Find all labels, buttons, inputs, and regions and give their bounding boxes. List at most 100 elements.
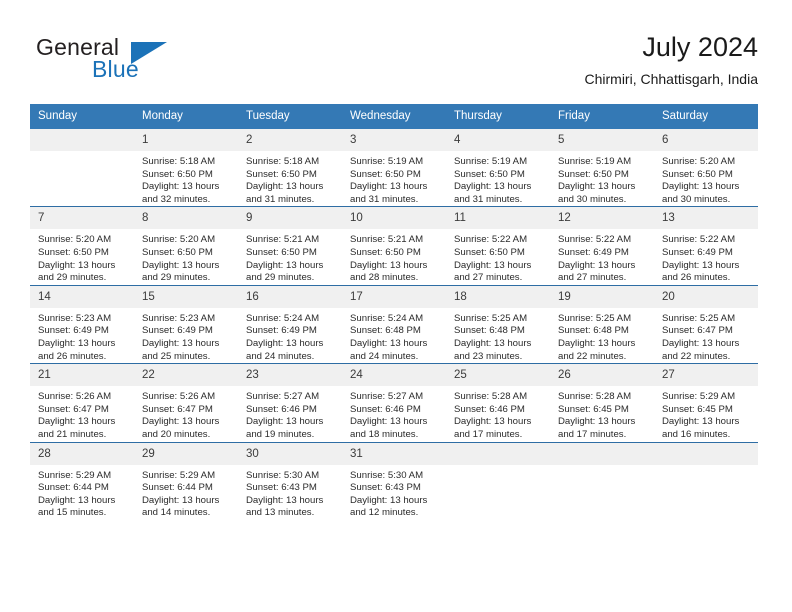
day-details: Sunrise: 5:19 AM Sunset: 6:50 PM Daylight:…	[550, 151, 654, 206]
calendar-day-cell[interactable]: 29 Sunrise: 5:29 AM Sunset: 6:44 PM Dayligh…	[134, 441, 238, 520]
calendar-day-cell[interactable]: 11 Sunrise: 5:22 AM Sunset: 6:50 PM Dayligh…	[446, 206, 550, 286]
sunset-text: Sunset: 6:50 PM	[454, 246, 525, 258]
sunset-text: Sunset: 6:50 PM	[662, 168, 733, 180]
calendar-day-cell[interactable]: 15 Sunrise: 5:23 AM Sunset: 6:49 PM Dayligh…	[134, 284, 238, 364]
day-details: Sunrise: 5:18 AM Sunset: 6:50 PM Daylight:…	[134, 151, 238, 206]
day-details: Sunrise: 5:23 AM Sunset: 6:49 PM Daylight:…	[134, 308, 238, 363]
weekday-header-saturday: Saturday	[654, 104, 758, 129]
sunrise-text: Sunrise: 5:23 AM	[38, 312, 112, 324]
calendar-day-cell[interactable]: 5 Sunrise: 5:19 AM Sunset: 6:50 PM Daylight…	[550, 129, 654, 207]
sunrise-text: Sunrise: 5:19 AM	[558, 156, 632, 167]
sunset-text: Sunset: 6:49 PM	[558, 246, 629, 258]
calendar-day-cell-empty	[654, 441, 758, 520]
day-number: 13	[654, 207, 758, 230]
daylight-text: Daylight: 13 hours and 14 minutes.	[142, 494, 220, 519]
sunset-text: Sunset: 6:50 PM	[246, 168, 317, 180]
day-details: Sunrise: 5:18 AM Sunset: 6:50 PM Daylight:…	[238, 151, 342, 206]
calendar-day-cell[interactable]: 23 Sunrise: 5:27 AM Sunset: 6:46 PM Dayligh…	[238, 363, 342, 442]
day-number: 15	[134, 285, 238, 308]
calendar-day-cell[interactable]: 2 Sunrise: 5:18 AM Sunset: 6:50 PM Daylight…	[238, 129, 342, 207]
calendar-week-row: 21 Sunrise: 5:26 AM Sunset: 6:47 PM Dayligh…	[30, 363, 758, 442]
sunset-text: Sunset: 6:43 PM	[350, 482, 421, 494]
day-number: 20	[654, 285, 758, 308]
day-number: 2	[238, 129, 342, 151]
sunrise-text: Sunrise: 5:20 AM	[142, 234, 216, 246]
sunrise-text: Sunrise: 5:24 AM	[246, 312, 320, 324]
calendar-day-cell[interactable]: 30 Sunrise: 5:30 AM Sunset: 6:43 PM Dayligh…	[238, 441, 342, 520]
day-details: Sunrise: 5:25 AM Sunset: 6:47 PM Daylight:…	[654, 308, 758, 363]
calendar-day-cell-empty	[446, 441, 550, 520]
day-details: Sunrise: 5:28 AM Sunset: 6:45 PM Daylight:…	[550, 386, 654, 441]
calendar-day-cell[interactable]: 25 Sunrise: 5:28 AM Sunset: 6:46 PM Dayligh…	[446, 363, 550, 442]
day-number: 1	[134, 129, 238, 151]
sunset-text: Sunset: 6:48 PM	[350, 325, 421, 337]
calendar-day-cell[interactable]: 26 Sunrise: 5:28 AM Sunset: 6:45 PM Dayligh…	[550, 363, 654, 442]
calendar-day-cell[interactable]: 1 Sunrise: 5:18 AM Sunset: 6:50 PM Daylight…	[134, 129, 238, 207]
calendar-day-cell[interactable]: 12 Sunrise: 5:22 AM Sunset: 6:49 PM Dayligh…	[550, 206, 654, 286]
sunrise-text: Sunrise: 5:30 AM	[246, 469, 320, 481]
day-details: Sunrise: 5:19 AM Sunset: 6:50 PM Daylight:…	[446, 151, 550, 206]
daylight-text: Daylight: 13 hours and 22 minutes.	[662, 337, 740, 362]
calendar-day-cell[interactable]: 31 Sunrise: 5:30 AM Sunset: 6:43 PM Dayligh…	[342, 441, 446, 520]
daylight-text: Daylight: 13 hours and 22 minutes.	[558, 337, 636, 362]
calendar-day-cell[interactable]: 21 Sunrise: 5:26 AM Sunset: 6:47 PM Dayligh…	[30, 363, 134, 442]
calendar-day-cell[interactable]: 4 Sunrise: 5:19 AM Sunset: 6:50 PM Daylight…	[446, 129, 550, 207]
page-header: General Blue July 2024 Chirmiri, Chhatti…	[0, 0, 792, 104]
sunrise-text: Sunrise: 5:23 AM	[142, 312, 216, 324]
day-details: Sunrise: 5:28 AM Sunset: 6:46 PM Daylight:…	[446, 386, 550, 441]
day-number: 12	[550, 207, 654, 230]
sunset-text: Sunset: 6:49 PM	[38, 325, 109, 337]
calendar-day-cell[interactable]: 13 Sunrise: 5:22 AM Sunset: 6:49 PM Dayligh…	[654, 206, 758, 286]
sunset-text: Sunset: 6:45 PM	[558, 403, 629, 415]
calendar-day-cell[interactable]: 27 Sunrise: 5:29 AM Sunset: 6:45 PM Dayligh…	[654, 363, 758, 442]
sunrise-text: Sunrise: 5:18 AM	[142, 156, 216, 167]
calendar-day-cell[interactable]: 18 Sunrise: 5:25 AM Sunset: 6:48 PM Dayligh…	[446, 284, 550, 364]
calendar-day-cell[interactable]: 28 Sunrise: 5:29 AM Sunset: 6:44 PM Dayligh…	[30, 441, 134, 520]
day-details: Sunrise: 5:25 AM Sunset: 6:48 PM Daylight:…	[550, 308, 654, 363]
calendar-week-row: 1 Sunrise: 5:18 AM Sunset: 6:50 PM Daylight…	[30, 129, 758, 207]
sunrise-text: Sunrise: 5:22 AM	[454, 234, 528, 246]
daylight-text: Daylight: 13 hours and 29 minutes.	[38, 259, 116, 284]
day-number	[550, 442, 654, 465]
calendar-header-row: Sunday Monday Tuesday Wednesday Thursday…	[30, 104, 758, 129]
calendar-day-cell[interactable]: 7 Sunrise: 5:20 AM Sunset: 6:50 PM Daylight…	[30, 206, 134, 286]
calendar-day-cell[interactable]: 20 Sunrise: 5:25 AM Sunset: 6:47 PM Dayligh…	[654, 284, 758, 364]
day-number: 6	[654, 129, 758, 151]
daylight-text: Daylight: 13 hours and 27 minutes.	[558, 259, 636, 284]
day-details: Sunrise: 5:20 AM Sunset: 6:50 PM Daylight:…	[30, 229, 134, 284]
sunset-text: Sunset: 6:47 PM	[38, 403, 109, 415]
day-number: 24	[342, 364, 446, 387]
sunset-text: Sunset: 6:49 PM	[142, 325, 213, 337]
day-number: 17	[342, 285, 446, 308]
calendar-day-cell[interactable]: 3 Sunrise: 5:19 AM Sunset: 6:50 PM Daylight…	[342, 129, 446, 207]
sunrise-text: Sunrise: 5:19 AM	[350, 156, 424, 167]
sunrise-text: Sunrise: 5:21 AM	[246, 234, 320, 246]
sunset-text: Sunset: 6:50 PM	[454, 168, 525, 180]
sunset-text: Sunset: 6:47 PM	[662, 325, 733, 337]
weekday-header-sunday: Sunday	[30, 104, 134, 129]
day-details: Sunrise: 5:30 AM Sunset: 6:43 PM Daylight:…	[238, 465, 342, 520]
day-details: Sunrise: 5:20 AM Sunset: 6:50 PM Daylight:…	[654, 151, 758, 206]
sunset-text: Sunset: 6:50 PM	[142, 168, 213, 180]
calendar-day-cell[interactable]: 10 Sunrise: 5:21 AM Sunset: 6:50 PM Dayligh…	[342, 206, 446, 286]
calendar-day-cell[interactable]: 8 Sunrise: 5:20 AM Sunset: 6:50 PM Daylight…	[134, 206, 238, 286]
calendar-day-cell[interactable]: 9 Sunrise: 5:21 AM Sunset: 6:50 PM Daylight…	[238, 206, 342, 286]
calendar-day-cell[interactable]: 17 Sunrise: 5:24 AM Sunset: 6:48 PM Dayligh…	[342, 284, 446, 364]
calendar-day-cell[interactable]: 14 Sunrise: 5:23 AM Sunset: 6:49 PM Dayligh…	[30, 284, 134, 364]
day-details: Sunrise: 5:27 AM Sunset: 6:46 PM Daylight:…	[238, 386, 342, 441]
sunset-text: Sunset: 6:46 PM	[246, 403, 317, 415]
day-number: 19	[550, 285, 654, 308]
day-number	[30, 129, 134, 151]
day-details: Sunrise: 5:26 AM Sunset: 6:47 PM Daylight:…	[30, 386, 134, 441]
daylight-text: Daylight: 13 hours and 31 minutes.	[454, 181, 532, 205]
daylight-text: Daylight: 13 hours and 24 minutes.	[246, 337, 324, 362]
calendar-day-cell[interactable]: 6 Sunrise: 5:20 AM Sunset: 6:50 PM Daylight…	[654, 129, 758, 207]
calendar-day-cell[interactable]: 22 Sunrise: 5:26 AM Sunset: 6:47 PM Dayligh…	[134, 363, 238, 442]
calendar-day-cell[interactable]: 16 Sunrise: 5:24 AM Sunset: 6:49 PM Dayligh…	[238, 284, 342, 364]
day-number: 11	[446, 207, 550, 230]
general-blue-logo[interactable]: General Blue	[36, 34, 216, 86]
calendar-day-cell[interactable]: 24 Sunrise: 5:27 AM Sunset: 6:46 PM Dayligh…	[342, 363, 446, 442]
calendar-day-cell[interactable]: 19 Sunrise: 5:25 AM Sunset: 6:48 PM Dayligh…	[550, 284, 654, 364]
sunset-text: Sunset: 6:45 PM	[662, 403, 733, 415]
day-number: 16	[238, 285, 342, 308]
